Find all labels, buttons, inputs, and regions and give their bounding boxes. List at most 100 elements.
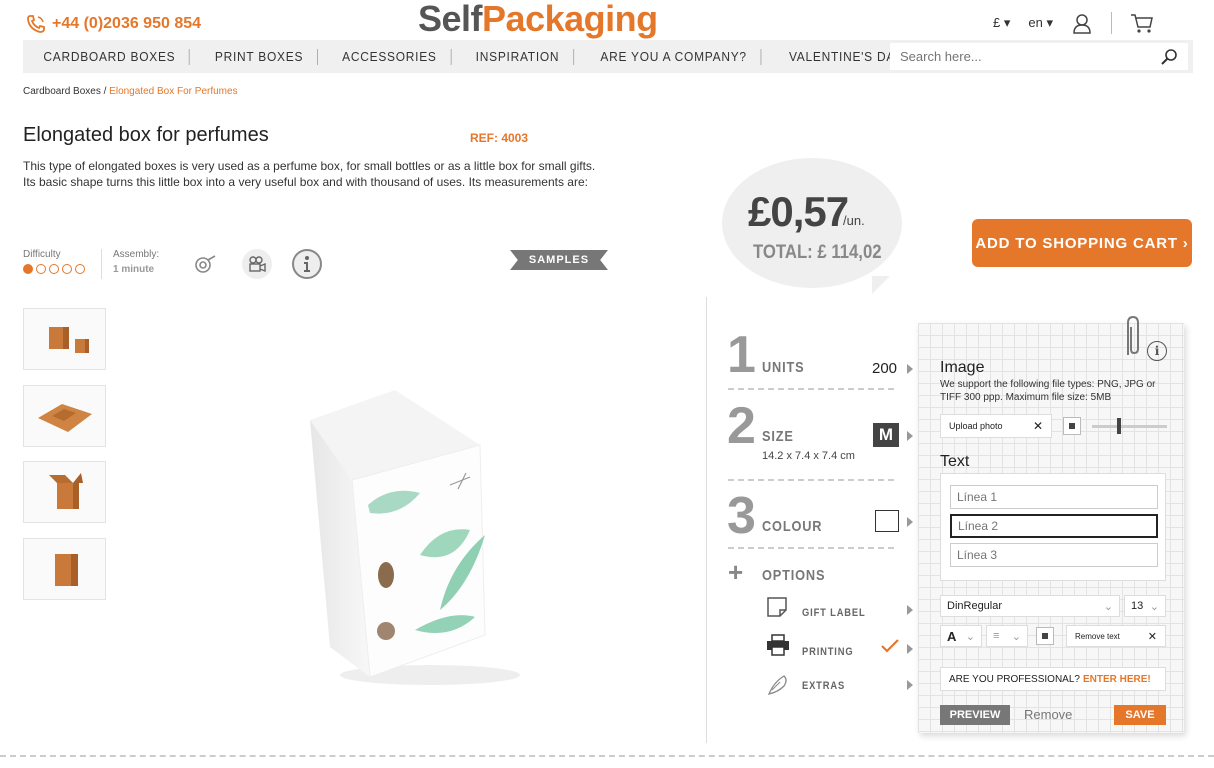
align-center-icon: ≡ <box>993 630 1000 642</box>
assembly-label: Assembly: <box>113 249 160 260</box>
add-to-cart-button[interactable]: ADD TO SHOPPING CART › <box>972 219 1192 267</box>
cart-icon[interactable] <box>1130 12 1154 34</box>
units-value[interactable]: 200 <box>872 360 897 377</box>
user-account-icon[interactable] <box>1071 12 1093 34</box>
upload-photo-button[interactable]: Upload photo ✕ <box>940 414 1052 438</box>
close-icon[interactable]: ✕ <box>1033 419 1043 433</box>
size-badge[interactable]: M <box>873 423 899 447</box>
font-size-select[interactable]: 13 ⌄ <box>1124 595 1166 617</box>
samples-button[interactable]: SAMPLES <box>510 250 608 270</box>
product-ref: REF: 4003 <box>470 131 529 145</box>
image-title: Image <box>940 359 985 376</box>
nav-inspiration[interactable]: INSPIRATION <box>462 48 575 65</box>
site-logo[interactable]: SelfPackaging <box>418 0 658 40</box>
video-icon[interactable] <box>242 249 272 279</box>
colour-swatch[interactable] <box>875 510 899 532</box>
difficulty-dot <box>75 264 85 274</box>
professional-banner: ARE YOU PROFESSIONAL? ENTER HERE! <box>940 667 1166 691</box>
nav-accessories[interactable]: ACCESSORIES <box>329 48 452 65</box>
thumbnail-1[interactable] <box>23 308 106 370</box>
arrow-right-icon[interactable] <box>907 644 913 654</box>
divider <box>706 297 707 743</box>
divider <box>728 388 894 390</box>
option-gift-label[interactable]: GIFT LABEL <box>802 607 866 619</box>
step-1-label: UNITS <box>762 359 805 376</box>
image-size-slider[interactable] <box>1092 418 1167 434</box>
page-title: Elongated box for perfumes <box>23 124 269 146</box>
divider <box>728 479 894 481</box>
chevron-down-icon: ⌄ <box>1149 600 1159 613</box>
enter-here-link[interactable]: ENTER HERE! <box>1083 674 1151 685</box>
unit-suffix: /un. <box>843 213 865 228</box>
difficulty-dot <box>23 264 33 274</box>
checkmark-icon <box>880 638 900 659</box>
difficulty-label: Difficulty <box>23 249 61 260</box>
total-price: TOTAL: £ 114,02 <box>753 242 882 263</box>
product-image <box>300 385 530 690</box>
nav-company[interactable]: ARE YOU A COMPANY? <box>587 48 762 65</box>
breadcrumb-parent[interactable]: Cardboard Boxes <box>23 86 101 97</box>
text-lines-box <box>940 473 1166 581</box>
nav-print-boxes[interactable]: PRINT BOXES <box>202 48 319 65</box>
language-selector[interactable]: en ▾ <box>1028 15 1053 31</box>
info-icon[interactable] <box>292 249 322 279</box>
arrow-right-icon[interactable] <box>907 517 913 527</box>
product-description: This type of elongated boxes is very use… <box>23 159 596 189</box>
design-editor-panel: i Image We support the following file ty… <box>918 315 1184 733</box>
assembly: Assembly: 1 minute <box>113 249 159 275</box>
chevron-down-icon: ⌄ <box>965 630 975 643</box>
search-box <box>890 43 1188 70</box>
search-icon[interactable] <box>1160 48 1178 66</box>
position-icon[interactable] <box>1063 417 1081 435</box>
text-color-select[interactable]: A ⌄ <box>940 625 982 647</box>
nav-cardboard-boxes[interactable]: CARDBOARD BOXES <box>43 48 191 65</box>
preview-button[interactable]: PREVIEW <box>940 705 1010 725</box>
option-extras[interactable]: EXTRAS <box>802 680 845 692</box>
search-input[interactable] <box>900 49 1160 64</box>
thumbnail-3[interactable] <box>23 461 106 523</box>
difficulty: Difficulty <box>23 249 85 274</box>
difficulty-rating <box>23 264 85 274</box>
info-icon[interactable]: i <box>1147 341 1167 361</box>
breadcrumb: Cardboard Boxes / Elongated Box For Perf… <box>23 86 238 97</box>
main-nav: CARDBOARD BOXES PRINT BOXES ACCESSORIES … <box>23 40 1193 73</box>
arrow-right-icon[interactable] <box>907 431 913 441</box>
gift-label-icon <box>766 596 790 623</box>
image-info: We support the following file types: PNG… <box>940 379 1156 403</box>
thumbnail-2[interactable] <box>23 385 106 447</box>
close-icon: ✕ <box>1147 630 1157 643</box>
step-3-number: 3 <box>727 487 756 545</box>
save-button[interactable]: SAVE <box>1114 705 1166 725</box>
text-line-3[interactable] <box>950 543 1158 567</box>
text-line-1[interactable] <box>950 485 1158 509</box>
difficulty-dot <box>36 264 46 274</box>
step-1-number: 1 <box>727 326 756 384</box>
font-select[interactable]: DinRegular ⌄ <box>940 595 1120 617</box>
chevron-down-icon: ⌄ <box>1011 630 1021 643</box>
printer-icon <box>766 634 790 661</box>
arrow-right-icon[interactable] <box>907 364 913 374</box>
phone-text: +44 (0)2036 950 854 <box>52 15 202 32</box>
arrow-right-icon[interactable] <box>907 680 913 690</box>
text-line-2[interactable] <box>950 514 1158 538</box>
option-printing[interactable]: PRINTING <box>802 646 853 658</box>
arrow-right-icon[interactable] <box>907 605 913 615</box>
assembly-value: 1 minute <box>113 264 155 275</box>
difficulty-dot <box>62 264 72 274</box>
phone-icon <box>27 15 45 33</box>
tape-icon[interactable] <box>190 249 220 279</box>
thumbnail-4[interactable] <box>23 538 106 600</box>
divider <box>101 249 102 279</box>
step-2-label: SIZE <box>762 428 794 445</box>
text-align-select[interactable]: ≡ ⌄ <box>986 625 1028 647</box>
breadcrumb-current: Elongated Box For Perfumes <box>109 86 238 97</box>
text-title: Text <box>940 453 970 470</box>
currency-selector[interactable]: £ ▾ <box>993 15 1010 31</box>
remove-button[interactable]: Remove <box>1024 707 1072 722</box>
remove-text-button[interactable]: Remove text ✕ <box>1066 625 1166 647</box>
unit-price: £0,57 <box>748 188 849 235</box>
text-position-icon[interactable] <box>1036 627 1054 645</box>
slider-handle[interactable] <box>1117 418 1121 434</box>
phone-number[interactable]: +44 (0)2036 950 854 <box>26 14 201 34</box>
step-2-number: 2 <box>727 397 756 455</box>
